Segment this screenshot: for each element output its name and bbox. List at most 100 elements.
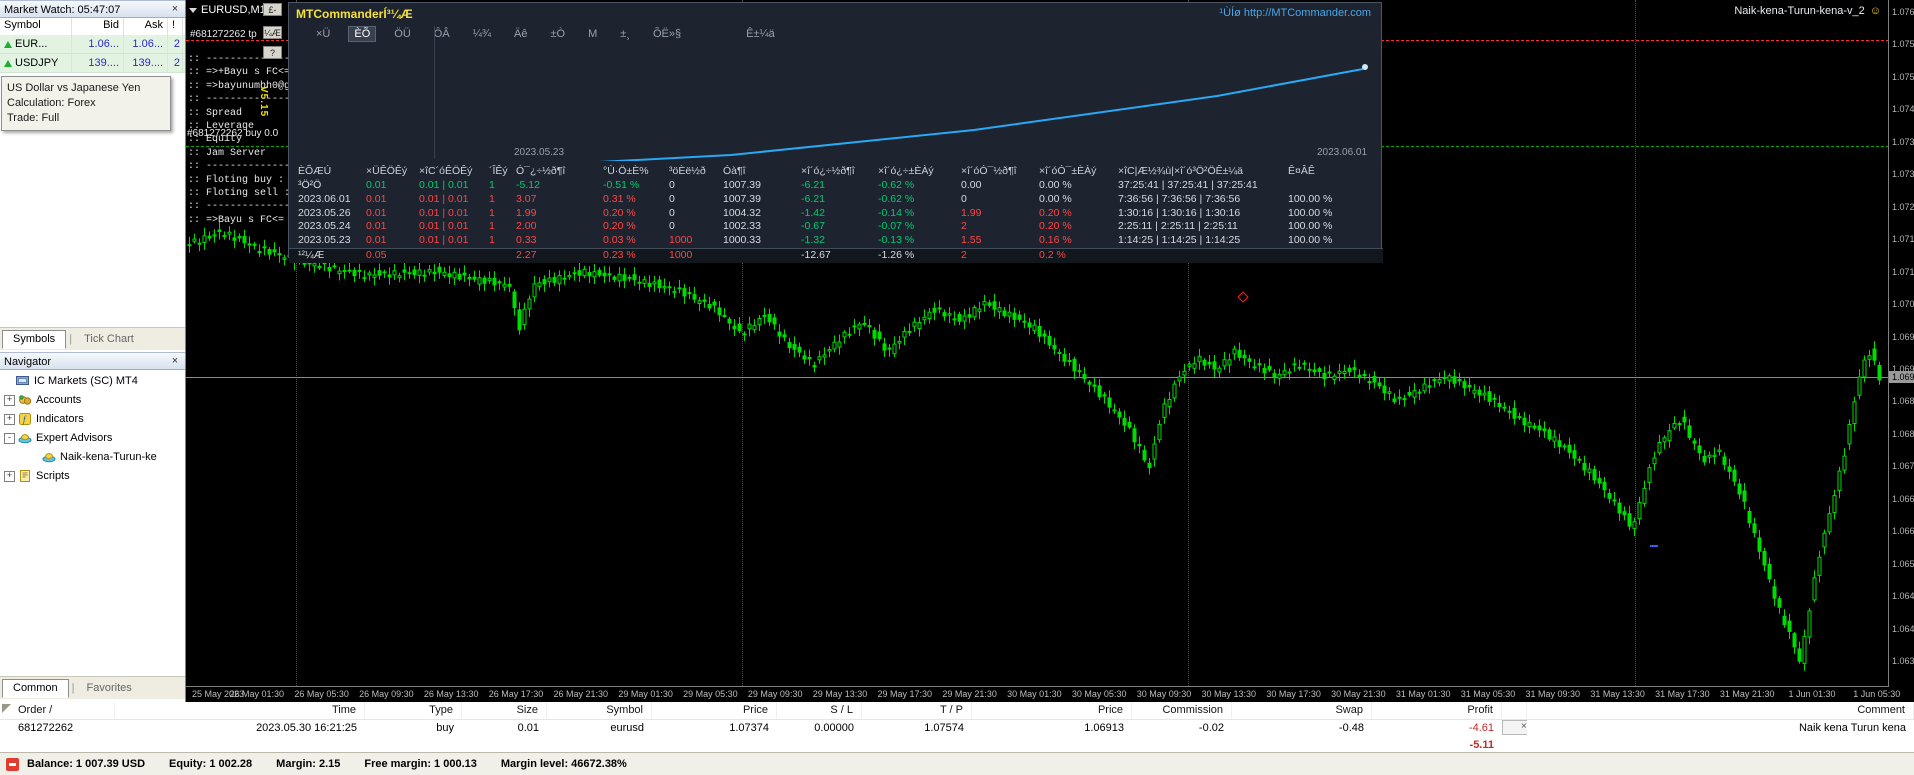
stat-cell: 100.00 % <box>1288 234 1333 247</box>
stat-column-label: ³öÈë½ð <box>669 165 706 177</box>
stat-cell: ¹²¼Æ <box>298 248 325 261</box>
expand-toggle[interactable]: + <box>4 395 15 406</box>
stat-cell: -0.51 % <box>603 179 640 191</box>
time-tick: 1 Jun 05:30 <box>1853 689 1901 699</box>
stat-column-label: ×î´ó¿÷±ÈÀý <box>878 165 934 177</box>
order-column-close[interactable] <box>1502 702 1527 719</box>
time-tick: 31 May 21:30 <box>1719 689 1775 699</box>
time-tick: 26 May 21:30 <box>553 689 609 699</box>
order-column-Price[interactable]: Price <box>972 702 1132 719</box>
column-symbol[interactable]: Symbol <box>0 18 72 35</box>
order-column-Order /[interactable]: Order / <box>0 702 115 719</box>
stat-cell: 0.00 <box>961 179 982 191</box>
stat-cell: -6.21 <box>801 179 825 191</box>
time-tick: 30 May 13:30 <box>1201 689 1257 699</box>
terminal-corner-icon[interactable] <box>2 704 11 713</box>
order-column-T / P[interactable]: T / P <box>862 702 972 719</box>
statistics-row: 2023.06.01 0.01 0.01 | 0.01 1 3.07 0.31 % 0 100… <box>289 193 1383 207</box>
navigator-tree: IC Markets (SC) MT4 + Accounts + f Indicators… <box>0 372 185 486</box>
order-column-Symbol[interactable]: Symbol <box>547 702 652 719</box>
expand-toggle[interactable]: + <box>4 414 15 425</box>
market-watch-row[interactable]: EUR... 1.06... 1.06... 2 <box>0 35 185 54</box>
smiley-icon: ☺ <box>1869 5 1881 17</box>
expand-toggle[interactable]: - <box>4 433 15 444</box>
stat-cell: 3.07 <box>516 192 537 205</box>
order-column-Time[interactable]: Time <box>115 702 365 719</box>
stat-cell: 2023.05.23 <box>298 234 351 247</box>
stat-cell: 1:14:25 | 1:14:25 | 1:14:25 <box>1118 234 1241 247</box>
column-bid[interactable]: Bid <box>72 18 124 35</box>
time-tick: 26 May 13:30 <box>423 689 479 699</box>
stat-cell: -1.32 <box>801 234 825 247</box>
mtcommander-link[interactable]: ¹ÙÍø http://MTCommander.com <box>1219 3 1371 24</box>
curve-date-label: 2023.06.01 <box>1317 147 1368 158</box>
stat-cell: 0.01 <box>366 234 387 247</box>
time-axis[interactable]: 25 May 2023 26 May 01:30 26 May 05:30 26 Ma… <box>186 686 1900 703</box>
stat-cell: 0.20 % <box>603 206 636 219</box>
ea-button-1[interactable]: £- <box>263 3 282 16</box>
price-tick: 1.07575 <box>1892 39 1914 50</box>
close-position-icon[interactable]: × <box>1502 720 1527 735</box>
stat-cell: -1.26 % <box>878 248 915 261</box>
stat-cell: 1 <box>489 179 495 191</box>
sidebar-item-scripts[interactable]: + Scripts <box>0 467 185 486</box>
stat-cell: 0.00 % <box>1039 192 1072 205</box>
statistics-row: ¹²¼Æ 0.05 2.27 0.23 % 1000 -12.67 -1.26 % 2 0.2 … <box>289 247 1383 263</box>
stat-cell: 2.27 <box>516 248 537 261</box>
market-watch-titlebar[interactable]: Market Watch: 05:47:07 × <box>0 0 185 18</box>
order-column-Price[interactable]: Price <box>652 702 777 719</box>
stat-cell: 0.20 % <box>603 220 636 233</box>
order-column-Size[interactable]: Size <box>462 702 547 719</box>
order-column-Profit[interactable]: Profit <box>1372 702 1502 719</box>
stat-cell: 1007.39 <box>723 179 761 191</box>
close-icon[interactable]: × <box>168 354 182 368</box>
tab-symbols[interactable]: Symbols <box>2 330 67 349</box>
experts-icon <box>42 451 56 464</box>
order-column-S / L[interactable]: S / L <box>777 702 862 719</box>
stat-cell: ³Ö²Ö <box>298 179 322 191</box>
sidebar-item-expert-advisors[interactable]: - Expert Advisors <box>0 429 185 448</box>
sidebar-item-accounts[interactable]: + Accounts <box>0 391 185 410</box>
ea-button-2[interactable]: ¼Æ <box>263 26 282 39</box>
order-column-Commission[interactable]: Commission <box>1132 702 1232 719</box>
stat-cell: 0.01 | 0.01 <box>419 234 469 247</box>
sidebar-item-label: Indicators <box>36 413 84 425</box>
order-column-Type[interactable]: Type <box>365 702 462 719</box>
tab-tick-chart[interactable]: Tick Chart <box>74 331 144 348</box>
alert-cell: 2 <box>168 54 183 72</box>
price-axis[interactable]: 1.07645 1.07575 1.07510 1.07445 1.07380 1.073… <box>1889 0 1914 702</box>
price-tick: 1.07380 <box>1892 136 1914 147</box>
chart-symbol-label[interactable]: EURUSD,M15 <box>189 4 272 16</box>
floating-profit-value: -5.11 <box>1469 739 1494 751</box>
market-watch-header: Symbol Bid Ask ! <box>0 18 185 36</box>
tooltip-line: US Dollar vs Japanese Yen <box>7 82 141 94</box>
column-alert[interactable]: ! <box>168 18 183 35</box>
close-icon[interactable]: × <box>168 2 182 16</box>
stat-cell: 0.05 <box>366 248 387 261</box>
accounts-icon <box>18 394 32 407</box>
ea-button-3[interactable]: ? <box>263 46 282 59</box>
stat-cell: 0.01 <box>366 206 387 219</box>
expand-toggle[interactable]: + <box>4 471 15 482</box>
tab-common[interactable]: Common <box>2 679 69 698</box>
mtcommander-titlebar[interactable]: MTCommanderÍ³¼Æ ¹ÙÍø http://MTCommander.… <box>289 3 1381 24</box>
order-row[interactable]: 681272262 2023.05.30 16:21:25 buy 0.01 eurus… <box>0 720 1914 737</box>
market-watch-row[interactable]: USDJPY 139.... 139.... 2 <box>0 54 185 73</box>
stat-cell: 0.03 % <box>603 234 636 247</box>
sidebar-item-indicators[interactable]: + f Indicators <box>0 410 185 429</box>
column-ask[interactable]: Ask <box>124 18 168 35</box>
stat-cell: 1000.33 <box>723 234 761 247</box>
navigator-titlebar[interactable]: Navigator × <box>0 352 185 370</box>
time-tick: 29 May 05:30 <box>683 689 738 699</box>
chart-area[interactable]: EURUSD,M15 Naik-kena-Turun-kena-v_2 ☺ #68… <box>186 0 1889 686</box>
order-column-Comment[interactable]: Comment <box>1527 702 1914 719</box>
stat-cell: -6.21 <box>801 192 825 205</box>
stat-cell: -0.13 % <box>878 234 915 247</box>
sidebar-item-ic-markets-sc-mt4[interactable]: IC Markets (SC) MT4 <box>0 372 185 391</box>
sidebar-item-naik-kena-turun-ke[interactable]: Naik-kena-Turun-ke <box>0 448 185 467</box>
order-column-Swap[interactable]: Swap <box>1232 702 1372 719</box>
navigator-title: Navigator <box>4 356 52 368</box>
tab-favorites[interactable]: Favorites <box>77 680 142 697</box>
mtcommander-panel[interactable]: MTCommanderÍ³¼Æ ¹ÙÍø http://MTCommander.… <box>288 2 1383 263</box>
